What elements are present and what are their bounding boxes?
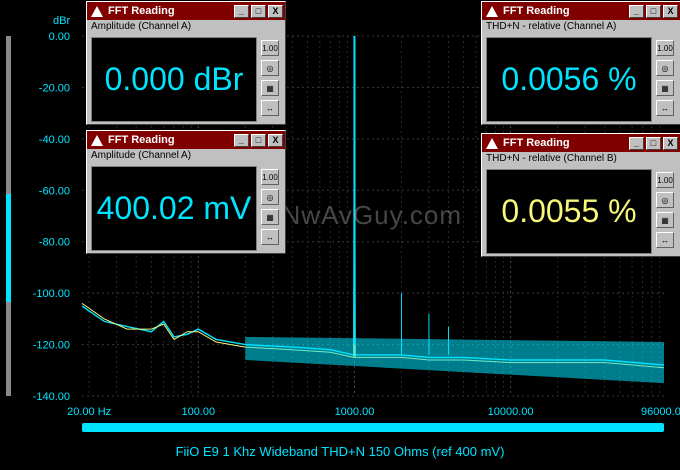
- window-titlebar[interactable]: FFT Reading _ □ X: [482, 134, 680, 152]
- fft-reading-window-thdn-a[interactable]: FFT Reading _ □ X THD+N - relative (Chan…: [481, 1, 680, 125]
- arrows-icon[interactable]: ↔: [656, 232, 674, 248]
- fft-reading-window-amplitude-mv[interactable]: FFT Reading _ □ X Amplitude (Channel A) …: [86, 130, 286, 254]
- fft-triangle-icon: [486, 137, 498, 149]
- tool-column: 1.00 ◎ ▦ ↔: [261, 40, 281, 120]
- window-titlebar[interactable]: FFT Reading _ □ X: [482, 2, 680, 20]
- y-tick-label: -40.00: [39, 134, 70, 146]
- y-tick-label: -80.00: [39, 237, 70, 249]
- table-icon[interactable]: ▦: [261, 80, 279, 96]
- table-icon[interactable]: ▦: [656, 212, 674, 228]
- close-button[interactable]: X: [268, 4, 283, 18]
- reading-value: 0.000 dBr: [104, 61, 244, 97]
- y-tick-label: 0.00: [49, 31, 70, 43]
- arrows-icon[interactable]: ↔: [261, 229, 279, 245]
- window-subtitle: Amplitude (Channel A): [91, 21, 192, 32]
- y-tick-label: -20.00: [39, 82, 70, 94]
- restore-button[interactable]: □: [646, 136, 661, 150]
- restore-button[interactable]: □: [251, 133, 266, 147]
- fft-reading-window-amplitude-dbr[interactable]: FFT Reading _ □ X Amplitude (Channel A) …: [86, 1, 286, 125]
- restore-button[interactable]: □: [646, 4, 661, 18]
- table-icon[interactable]: ▦: [656, 80, 674, 96]
- y-tick-label: -140.00: [33, 391, 70, 403]
- x-tick-label: 10000.00: [488, 406, 534, 418]
- reading-value: 400.02 mV: [96, 190, 252, 226]
- tool-column: 1.00 ◎ ▦ ↔: [656, 40, 676, 120]
- reading-display: 400.02 mV: [91, 166, 257, 251]
- window-title: FFT Reading: [503, 137, 570, 149]
- x-tick-label: 100.00: [181, 406, 215, 418]
- table-icon[interactable]: ▦: [261, 209, 279, 225]
- reading-display: 0.0055 %: [486, 169, 652, 254]
- x-tick-label: 20.00 Hz: [67, 406, 111, 418]
- fft-triangle-icon: [91, 134, 103, 146]
- frequency-scrollbar[interactable]: [82, 423, 664, 432]
- y-tick-label: -100.00: [33, 288, 70, 300]
- x-tick-label: 1000.00: [335, 406, 375, 418]
- precision-button[interactable]: 1.00: [261, 40, 279, 56]
- window-subtitle: Amplitude (Channel A): [91, 150, 192, 161]
- window-subtitle: THD+N - relative (Channel A): [486, 21, 617, 32]
- fft-triangle-icon: [91, 5, 103, 17]
- reading-display: 0.0056 %: [486, 37, 652, 122]
- window-subtitle: THD+N - relative (Channel B): [486, 153, 617, 164]
- close-button[interactable]: X: [663, 4, 678, 18]
- minimize-button[interactable]: _: [629, 4, 644, 18]
- y-tick-label: -60.00: [39, 185, 70, 197]
- y-axis-label: dBr: [53, 15, 70, 27]
- window-title: FFT Reading: [108, 134, 175, 146]
- precision-button[interactable]: 1.00: [261, 169, 279, 185]
- tool-column: 1.00 ◎ ▦ ↔: [656, 172, 676, 252]
- y-tick-label: -120.00: [33, 340, 70, 352]
- target-icon[interactable]: ◎: [656, 60, 674, 76]
- x-tick-label: 96000.00: [641, 406, 680, 418]
- noise-floor-band: [245, 336, 664, 384]
- tool-column: 1.00 ◎ ▦ ↔: [261, 169, 281, 249]
- window-titlebar[interactable]: FFT Reading _ □ X: [87, 2, 285, 20]
- target-icon[interactable]: ◎: [656, 192, 674, 208]
- fft-reading-window-thdn-b[interactable]: FFT Reading _ □ X THD+N - relative (Chan…: [481, 133, 680, 257]
- reading-display: 0.000 dBr: [91, 37, 257, 122]
- target-icon[interactable]: ◎: [261, 60, 279, 76]
- window-titlebar[interactable]: FFT Reading _ □ X: [87, 131, 285, 149]
- reading-value: 0.0056 %: [501, 61, 637, 97]
- restore-button[interactable]: □: [251, 4, 266, 18]
- level-meter-fill: [6, 194, 11, 303]
- minimize-button[interactable]: _: [629, 136, 644, 150]
- minimize-button[interactable]: _: [234, 4, 249, 18]
- precision-button[interactable]: 1.00: [656, 40, 674, 56]
- arrows-icon[interactable]: ↔: [261, 100, 279, 116]
- precision-button[interactable]: 1.00: [656, 172, 674, 188]
- close-button[interactable]: X: [268, 133, 283, 147]
- close-button[interactable]: X: [663, 136, 678, 150]
- target-icon[interactable]: ◎: [261, 189, 279, 205]
- window-title: FFT Reading: [503, 5, 570, 17]
- arrows-icon[interactable]: ↔: [656, 100, 674, 116]
- chart-title: FiiO E9 1 Khz Wideband THD+N 150 Ohms (r…: [175, 444, 505, 459]
- window-title: FFT Reading: [108, 5, 175, 17]
- minimize-button[interactable]: _: [234, 133, 249, 147]
- fft-triangle-icon: [486, 5, 498, 17]
- reading-value: 0.0055 %: [501, 193, 637, 229]
